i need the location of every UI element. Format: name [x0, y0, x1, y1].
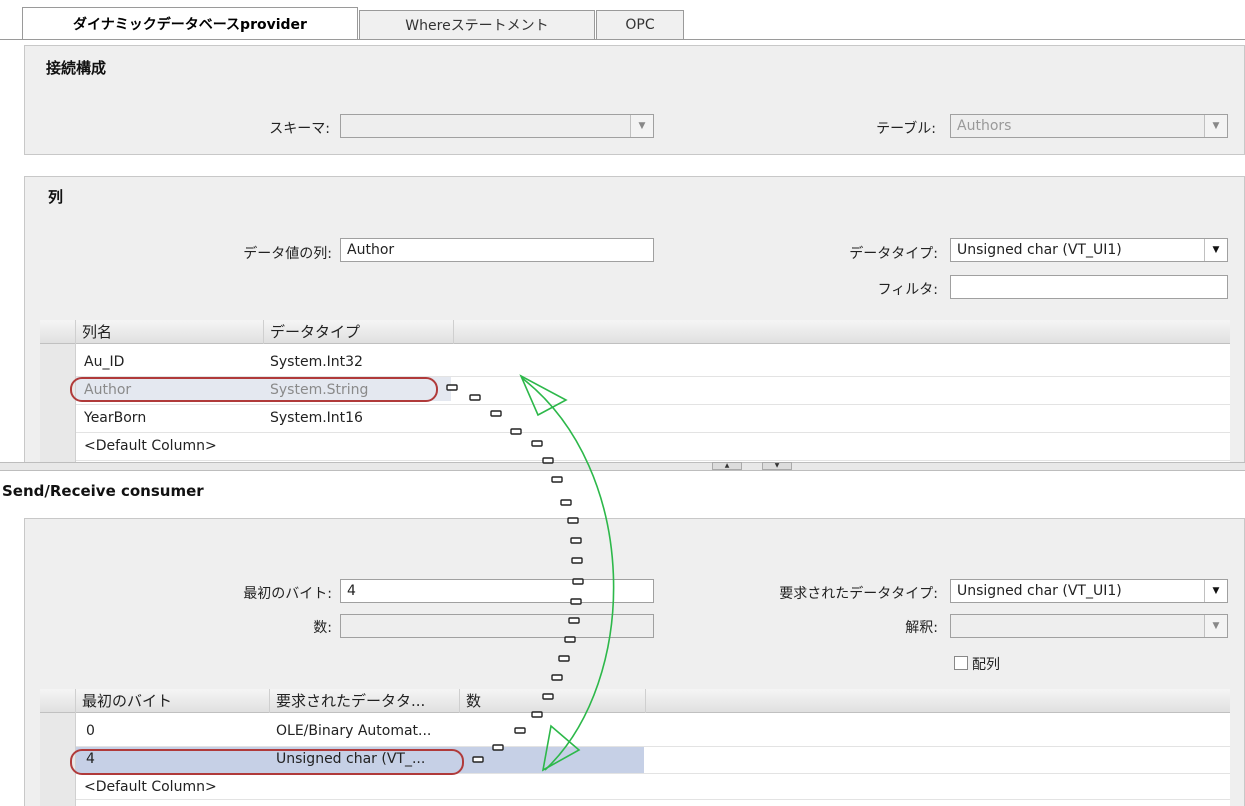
tab-label: OPC: [625, 17, 655, 33]
splitter-up-button[interactable]: ▲: [712, 462, 742, 470]
datatype-label: データタイプ:: [849, 246, 938, 262]
tab-label: Whereステートメント: [405, 18, 549, 34]
table-label: テーブル:: [876, 121, 936, 137]
tab-where-statement[interactable]: Whereステートメント: [359, 10, 595, 39]
connection-config-panel: [24, 45, 1245, 155]
connection-config-title: 接続構成: [46, 59, 107, 77]
cell-type: System.String: [270, 382, 369, 398]
datatype-dropdown[interactable]: Unsigned char (VT_UI1) ▼: [950, 238, 1228, 262]
chevron-down-icon: ▼: [1204, 239, 1227, 261]
row-divider: [76, 460, 1230, 461]
column-header-count[interactable]: 数: [460, 689, 646, 713]
tab-opc[interactable]: OPC: [596, 10, 684, 39]
schema-label: スキーマ:: [269, 121, 330, 137]
cell-requested-type: Unsigned char (VT_...: [276, 751, 426, 767]
datatype-value: Unsigned char (VT_UI1): [957, 242, 1122, 258]
tab-label: ダイナミックデータベースprovider: [73, 17, 307, 33]
count-label: 数:: [313, 620, 332, 636]
grid-corner: [40, 320, 76, 344]
filter-label: フィルタ:: [877, 282, 938, 298]
row-header-strip: [40, 713, 76, 806]
requested-datatype-dropdown[interactable]: Unsigned char (VT_UI1) ▼: [950, 579, 1228, 603]
table-dropdown[interactable]: Authors ▼: [950, 114, 1228, 138]
count-input[interactable]: [340, 614, 654, 638]
row-divider: [76, 799, 1230, 800]
row-divider: [76, 432, 1230, 433]
cell-name: YearBorn: [84, 410, 147, 426]
tab-dynamic-db-provider[interactable]: ダイナミックデータベースprovider: [22, 7, 358, 40]
interpretation-label: 解釈:: [905, 620, 938, 636]
cell-first-byte: 4: [86, 751, 95, 767]
cell-type: System.Int16: [270, 410, 363, 426]
table-value: Authors: [957, 118, 1012, 134]
array-checkbox[interactable]: [954, 656, 968, 670]
column-header-type[interactable]: データタイプ: [264, 320, 454, 344]
tab-baseline: [0, 39, 1245, 40]
cell-name: Author: [84, 382, 132, 398]
columns-title: 列: [48, 188, 64, 206]
column-header-name[interactable]: 列名: [76, 320, 264, 344]
row-divider: [76, 746, 1230, 747]
first-byte-input[interactable]: 4: [340, 579, 654, 603]
interpretation-dropdown[interactable]: ▼: [950, 614, 1228, 638]
row-divider: [76, 773, 1230, 774]
requested-datatype-value: Unsigned char (VT_UI1): [957, 583, 1122, 599]
value-column-label: データ値の列:: [243, 246, 332, 262]
cell-type: System.Int32: [270, 354, 363, 370]
array-label: 配列: [972, 657, 1000, 673]
chevron-down-icon: ▼: [1204, 115, 1227, 137]
filter-input[interactable]: [950, 275, 1228, 299]
first-byte-label: 最初のバイト:: [243, 586, 332, 602]
column-header-first-byte[interactable]: 最初のバイト: [76, 689, 270, 713]
cell-name: Au_ID: [84, 354, 125, 370]
cell-requested-type: OLE/Binary Automat...: [276, 723, 432, 739]
panel-splitter[interactable]: [0, 462, 1245, 471]
cell-first-byte: <Default Column>: [84, 779, 217, 795]
grid-header: 列名 データタイプ: [40, 320, 1230, 344]
row-highlight: [76, 377, 451, 401]
grid-corner: [40, 689, 76, 713]
schema-dropdown[interactable]: ▼: [340, 114, 654, 138]
grid-header: 最初のバイト 要求されたデータタ... 数: [40, 689, 1230, 713]
row-divider: [76, 404, 1230, 405]
columns-grid: 列名 データタイプ Au_ID System.Int32 Author Syst…: [40, 320, 1230, 462]
chevron-down-icon: ▼: [630, 115, 653, 137]
cell-name: <Default Column>: [84, 438, 217, 454]
consumer-grid: 最初のバイト 要求されたデータタ... 数 0 OLE/Binary Autom…: [40, 689, 1230, 806]
chevron-down-icon: ▼: [1204, 615, 1227, 637]
chevron-down-icon: ▼: [1204, 580, 1227, 602]
row-divider: [76, 376, 1230, 377]
value-column-input[interactable]: Author: [340, 238, 654, 262]
row-header-strip: [40, 344, 76, 462]
column-header-requested-type[interactable]: 要求されたデータタ...: [270, 689, 460, 713]
splitter-down-button[interactable]: ▼: [762, 462, 792, 470]
consumer-title: Send/Receive consumer: [2, 482, 204, 500]
cell-first-byte: 0: [86, 723, 95, 739]
requested-datatype-label: 要求されたデータタイプ:: [779, 586, 938, 602]
